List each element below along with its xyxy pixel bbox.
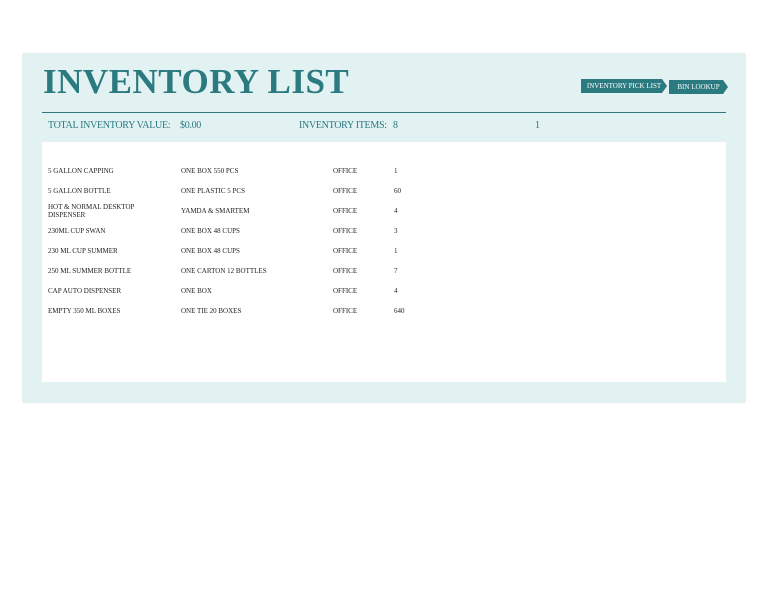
summary-extra-value: 1	[535, 120, 540, 131]
item-description[interactable]: 230ML CUP SWAN	[48, 221, 168, 241]
item-unit[interactable]: ONE BOX 48 CUPS	[181, 221, 271, 241]
item-quantity[interactable]: 4	[394, 281, 434, 301]
item-location[interactable]: OFFICE	[333, 161, 383, 181]
table-row[interactable]: 230ML CUP SWAN ONE BOX 48 CUPS OFFICE 3	[42, 221, 726, 241]
item-description[interactable]: CAP AUTO DISPENSER	[48, 281, 168, 301]
bin-lookup-button[interactable]: BIN LOOKUP	[669, 80, 728, 94]
item-unit[interactable]: ONE BOX 48 CUPS	[181, 241, 271, 261]
item-location[interactable]: OFFICE	[333, 281, 383, 301]
item-location[interactable]: OFFICE	[333, 241, 383, 261]
item-description[interactable]: 5 GALLON BOTTLE	[48, 181, 168, 201]
inventory-items-count: 8	[393, 120, 398, 131]
item-location[interactable]: OFFICE	[333, 221, 383, 241]
table-row[interactable]: 5 GALLON CAPPING ONE BOX 550 PCS OFFICE …	[42, 161, 726, 181]
table-row[interactable]: CAP AUTO DISPENSER ONE BOX OFFICE 4	[42, 281, 726, 301]
table-row[interactable]: EMPTY 350 ML BOXES ONE TIE 20 BOXES OFFI…	[42, 301, 726, 321]
total-inventory-value: $0.00	[180, 120, 202, 131]
item-description[interactable]: 250 ML SUMMER BOTTLE	[48, 261, 168, 281]
item-location[interactable]: OFFICE	[333, 261, 383, 281]
item-quantity[interactable]: 1	[394, 161, 434, 181]
item-location[interactable]: OFFICE	[333, 301, 383, 321]
inventory-panel: INVENTORY LIST INVENTORY PICK LIST BIN L…	[22, 53, 746, 403]
item-description[interactable]: 230 ML CUP SUMMER	[48, 241, 168, 261]
item-description[interactable]: 5 GALLON CAPPING	[48, 161, 168, 181]
inventory-pick-list-button[interactable]: INVENTORY PICK LIST	[581, 79, 667, 93]
table-row[interactable]: HOT & NORMAL DESKTOP DISPENSER YAMDA & S…	[42, 201, 726, 221]
item-unit[interactable]: ONE TIE 20 BOXES	[181, 301, 271, 321]
table-row[interactable]: 5 GALLON BOTTLE ONE PLASTIC 5 PCS OFFICE…	[42, 181, 726, 201]
item-description[interactable]: HOT & NORMAL DESKTOP DISPENSER	[48, 201, 168, 221]
item-unit[interactable]: ONE BOX 550 PCS	[181, 161, 271, 181]
item-unit[interactable]: YAMDA & SMARTEM	[181, 201, 271, 221]
item-description[interactable]: EMPTY 350 ML BOXES	[48, 301, 168, 321]
title-divider	[42, 112, 726, 113]
table-row[interactable]: 230 ML CUP SUMMER ONE BOX 48 CUPS OFFICE…	[42, 241, 726, 261]
item-quantity[interactable]: 60	[394, 181, 434, 201]
page-title: INVENTORY LIST	[43, 62, 350, 101]
item-unit[interactable]: ONE CARTON 12 BOTTLES	[181, 261, 271, 281]
item-quantity[interactable]: 640	[394, 301, 434, 321]
item-unit[interactable]: ONE PLASTIC 5 PCS	[181, 181, 271, 201]
item-location[interactable]: OFFICE	[333, 201, 383, 221]
item-quantity[interactable]: 4	[394, 201, 434, 221]
item-unit[interactable]: ONE BOX	[181, 281, 271, 301]
inventory-items-label: INVENTORY ITEMS:	[299, 120, 387, 131]
item-location[interactable]: OFFICE	[333, 181, 383, 201]
table-row[interactable]: 250 ML SUMMER BOTTLE ONE CARTON 12 BOTTL…	[42, 261, 726, 281]
total-inventory-value-label: TOTAL INVENTORY VALUE:	[48, 120, 171, 131]
inventory-table: 5 GALLON CAPPING ONE BOX 550 PCS OFFICE …	[42, 142, 726, 382]
item-quantity[interactable]: 1	[394, 241, 434, 261]
item-quantity[interactable]: 7	[394, 261, 434, 281]
item-quantity[interactable]: 3	[394, 221, 434, 241]
